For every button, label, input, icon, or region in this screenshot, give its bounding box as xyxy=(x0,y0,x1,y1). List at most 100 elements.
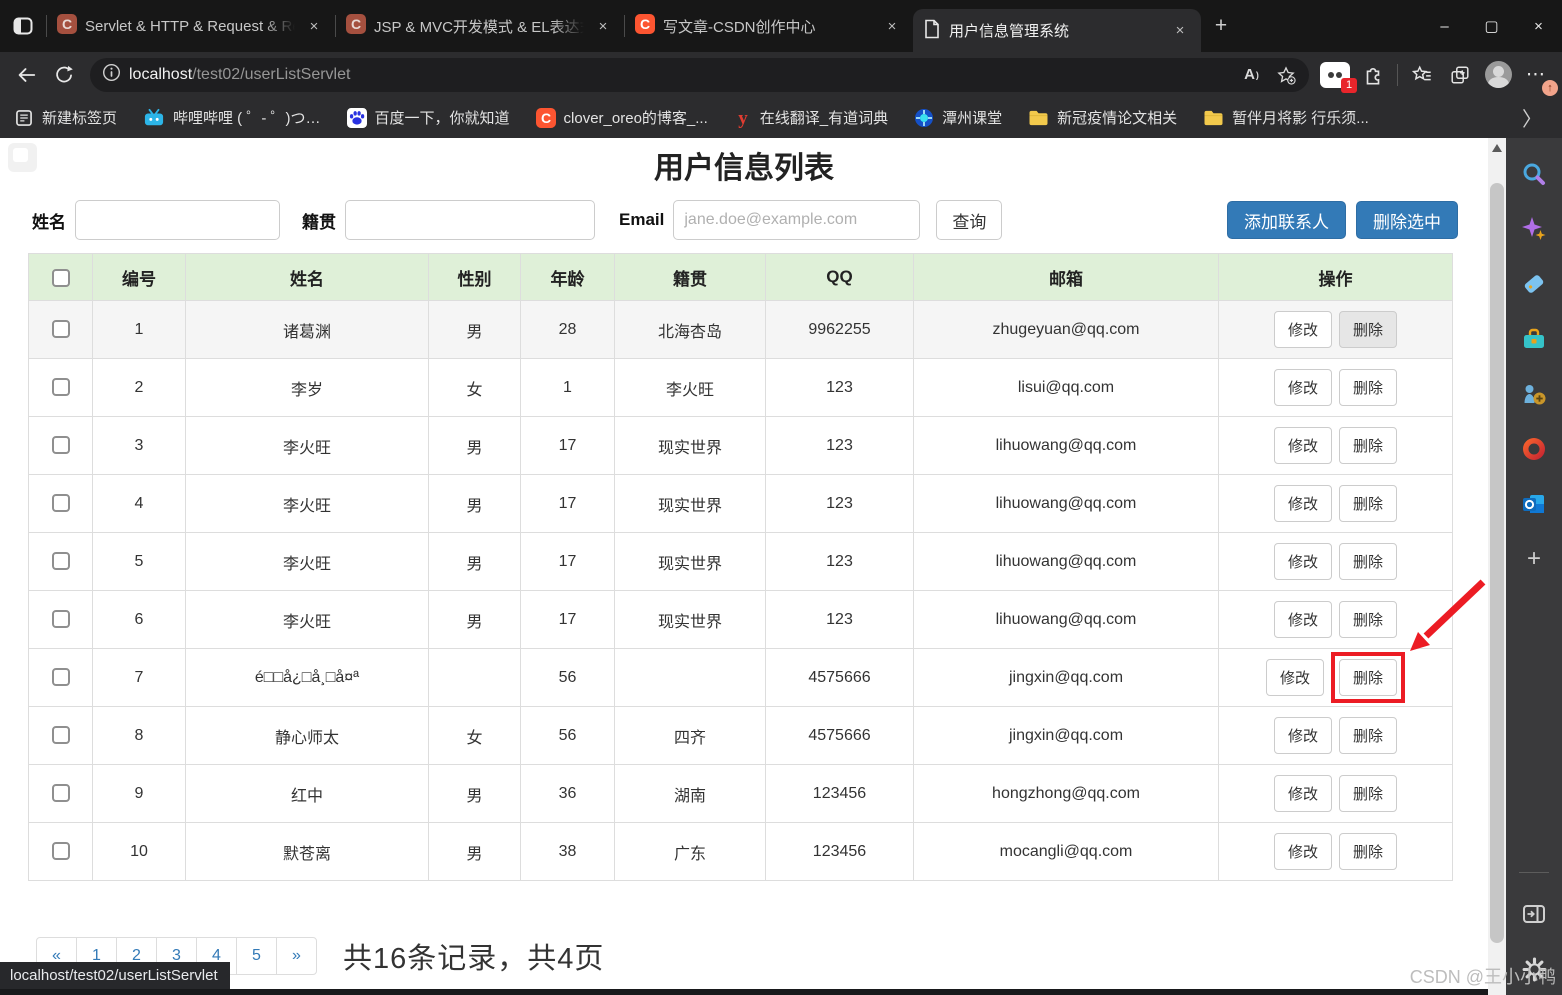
modify-button[interactable]: 修改 xyxy=(1274,601,1332,638)
tab-close-icon[interactable]: × xyxy=(881,15,903,37)
row-checkbox[interactable] xyxy=(52,726,70,744)
row-checkbox[interactable] xyxy=(52,552,70,570)
bookmark-item[interactable]: 新建标签页 xyxy=(14,107,117,128)
sidebar-panel-icon[interactable] xyxy=(1520,900,1548,928)
row-checkbox[interactable] xyxy=(52,378,70,396)
sidebar-add-icon[interactable]: + xyxy=(1520,545,1548,573)
extension-shortcut-icon[interactable]: 1 xyxy=(1317,58,1353,92)
tab-close-icon[interactable]: × xyxy=(592,15,614,37)
row-checkbox[interactable] xyxy=(52,610,70,628)
select-all-checkbox[interactable] xyxy=(52,269,70,287)
site-info-icon[interactable] xyxy=(102,63,121,87)
modify-button[interactable]: 修改 xyxy=(1274,485,1332,522)
workspaces-icon[interactable] xyxy=(0,0,46,52)
profile-avatar[interactable] xyxy=(1480,58,1516,92)
close-button[interactable]: × xyxy=(1515,0,1562,52)
tab-user-management-active[interactable]: 用户信息管理系统 × xyxy=(913,9,1201,52)
bookmark-item[interactable]: y在线翻译_有道词典 xyxy=(734,107,888,128)
url-text[interactable]: localhost/test02/userListServlet xyxy=(129,66,1235,84)
bookmarks-bar: 新建标签页 哔哩哔哩 ( ゜- ゜)つ… 百度一下，你就知道 Cclover_oreo… xyxy=(0,97,1562,138)
query-button[interactable]: 查询 xyxy=(936,200,1002,240)
sidebar-outlook-icon[interactable] xyxy=(1520,490,1548,518)
record-summary: 共16条记录，共4页 xyxy=(343,935,604,977)
cell-name: 静心师太 xyxy=(186,707,429,765)
delete-button[interactable]: 删除 xyxy=(1339,601,1397,638)
svg-text:C: C xyxy=(62,16,72,32)
row-checkbox[interactable] xyxy=(52,668,70,686)
new-tab-button[interactable]: + xyxy=(1201,0,1241,52)
page-title: 用户信息列表 xyxy=(0,138,1488,187)
collections-icon[interactable] xyxy=(1442,58,1478,92)
read-aloud-icon[interactable]: A) xyxy=(1235,60,1269,90)
sidebar-copilot-icon[interactable] xyxy=(1520,215,1548,243)
tab-servlet[interactable]: C Servlet & HTTP & Request & Res × xyxy=(47,0,335,52)
modify-button[interactable]: 修改 xyxy=(1274,543,1332,580)
modify-button[interactable]: 修改 xyxy=(1274,427,1332,464)
delete-button[interactable]: 删除 xyxy=(1339,833,1397,870)
add-contact-button[interactable]: 添加联系人 xyxy=(1227,201,1346,239)
modify-button[interactable]: 修改 xyxy=(1274,775,1332,812)
cell-gender: 男 xyxy=(429,533,521,591)
maximize-button[interactable]: ▢ xyxy=(1468,0,1515,52)
scrollbar-up-icon[interactable] xyxy=(1492,144,1502,152)
modify-button[interactable]: 修改 xyxy=(1274,369,1332,406)
scrollbar-thumb[interactable] xyxy=(1490,183,1504,943)
address-bar[interactable]: localhost/test02/userListServlet A) xyxy=(90,58,1309,92)
delete-button[interactable]: 删除 xyxy=(1339,427,1397,464)
delete-button[interactable]: 删除 xyxy=(1339,717,1397,754)
modify-button[interactable]: 修改 xyxy=(1266,659,1324,696)
row-checkbox[interactable] xyxy=(52,784,70,802)
tab-close-icon[interactable]: × xyxy=(1169,20,1191,42)
modify-button[interactable]: 修改 xyxy=(1274,717,1332,754)
delete-button[interactable]: 删除 xyxy=(1339,659,1397,696)
modify-button[interactable]: 修改 xyxy=(1274,833,1332,870)
row-checkbox[interactable] xyxy=(52,320,70,338)
sidebar-games-icon[interactable] xyxy=(1520,380,1548,408)
sidebar-tools-icon[interactable] xyxy=(1520,325,1548,353)
bookmarks-overflow-chevron-icon[interactable]: 〉 xyxy=(1516,103,1548,132)
pagination-row: «12345» 共16条记录，共4页 xyxy=(36,935,1488,977)
minimize-button[interactable]: – xyxy=(1421,0,1468,52)
delete-button[interactable]: 删除 xyxy=(1339,775,1397,812)
refresh-icon[interactable] xyxy=(46,58,82,92)
origin-label: 籍贯 xyxy=(302,208,336,233)
bookmark-label: 新冠疫情论文相关 xyxy=(1057,107,1177,128)
modify-button[interactable]: 修改 xyxy=(1274,311,1332,348)
sidebar-shopping-tag-icon[interactable] xyxy=(1520,270,1548,298)
cell-name: é□□å¿□å¸□å¤ª xyxy=(186,649,429,707)
add-favorite-icon[interactable] xyxy=(1269,60,1303,90)
bookmark-item[interactable]: 百度一下，你就知道 xyxy=(347,107,510,128)
delete-button[interactable]: 删除 xyxy=(1339,543,1397,580)
bookmark-item[interactable]: 暂伴月将影 行乐须... xyxy=(1203,107,1369,128)
sidebar-search-icon[interactable] xyxy=(1520,160,1548,188)
pager-page-5[interactable]: 5 xyxy=(236,937,277,975)
column-header: 操作 xyxy=(1219,254,1453,301)
delete-selected-button[interactable]: 删除选中 xyxy=(1356,201,1458,239)
email-input[interactable] xyxy=(673,200,920,240)
extensions-puzzle-icon[interactable] xyxy=(1355,58,1391,92)
name-input[interactable] xyxy=(75,200,280,240)
cell-name: 诸葛渊 xyxy=(186,301,429,359)
sidebar-office-icon[interactable] xyxy=(1520,435,1548,463)
tab-csdn-write[interactable]: C 写文章-CSDN创作中心 × xyxy=(625,0,913,52)
row-checkbox[interactable] xyxy=(52,494,70,512)
favorites-icon[interactable] xyxy=(1404,58,1440,92)
row-checkbox[interactable] xyxy=(52,436,70,454)
delete-button[interactable]: 删除 xyxy=(1339,369,1397,406)
settings-more-icon[interactable]: ⋯ ↑ xyxy=(1518,58,1554,92)
origin-input[interactable] xyxy=(345,200,595,240)
row-checkbox[interactable] xyxy=(52,842,70,860)
tab-jsp-mvc[interactable]: C JSP & MVC开发模式 & EL表达式 × xyxy=(336,0,624,52)
tab-close-icon[interactable]: × xyxy=(303,15,325,37)
cell-origin: 现实世界 xyxy=(615,533,766,591)
delete-button[interactable]: 删除 xyxy=(1339,311,1397,348)
pager-next[interactable]: » xyxy=(276,937,317,975)
bookmark-item[interactable]: Cclover_oreo的博客_... xyxy=(536,107,708,128)
delete-button[interactable]: 删除 xyxy=(1339,485,1397,522)
back-icon[interactable] xyxy=(8,58,44,92)
bookmark-item[interactable]: 潭州课堂 xyxy=(914,107,1002,128)
page-scrollbar[interactable] xyxy=(1488,138,1506,995)
table-row: 4李火旺男17现实世界123lihuowang@qq.com修改删除 xyxy=(29,475,1453,533)
bookmark-item[interactable]: 哔哩哔哩 ( ゜- ゜)つ… xyxy=(143,107,321,128)
bookmark-item[interactable]: 新冠疫情论文相关 xyxy=(1028,107,1177,128)
